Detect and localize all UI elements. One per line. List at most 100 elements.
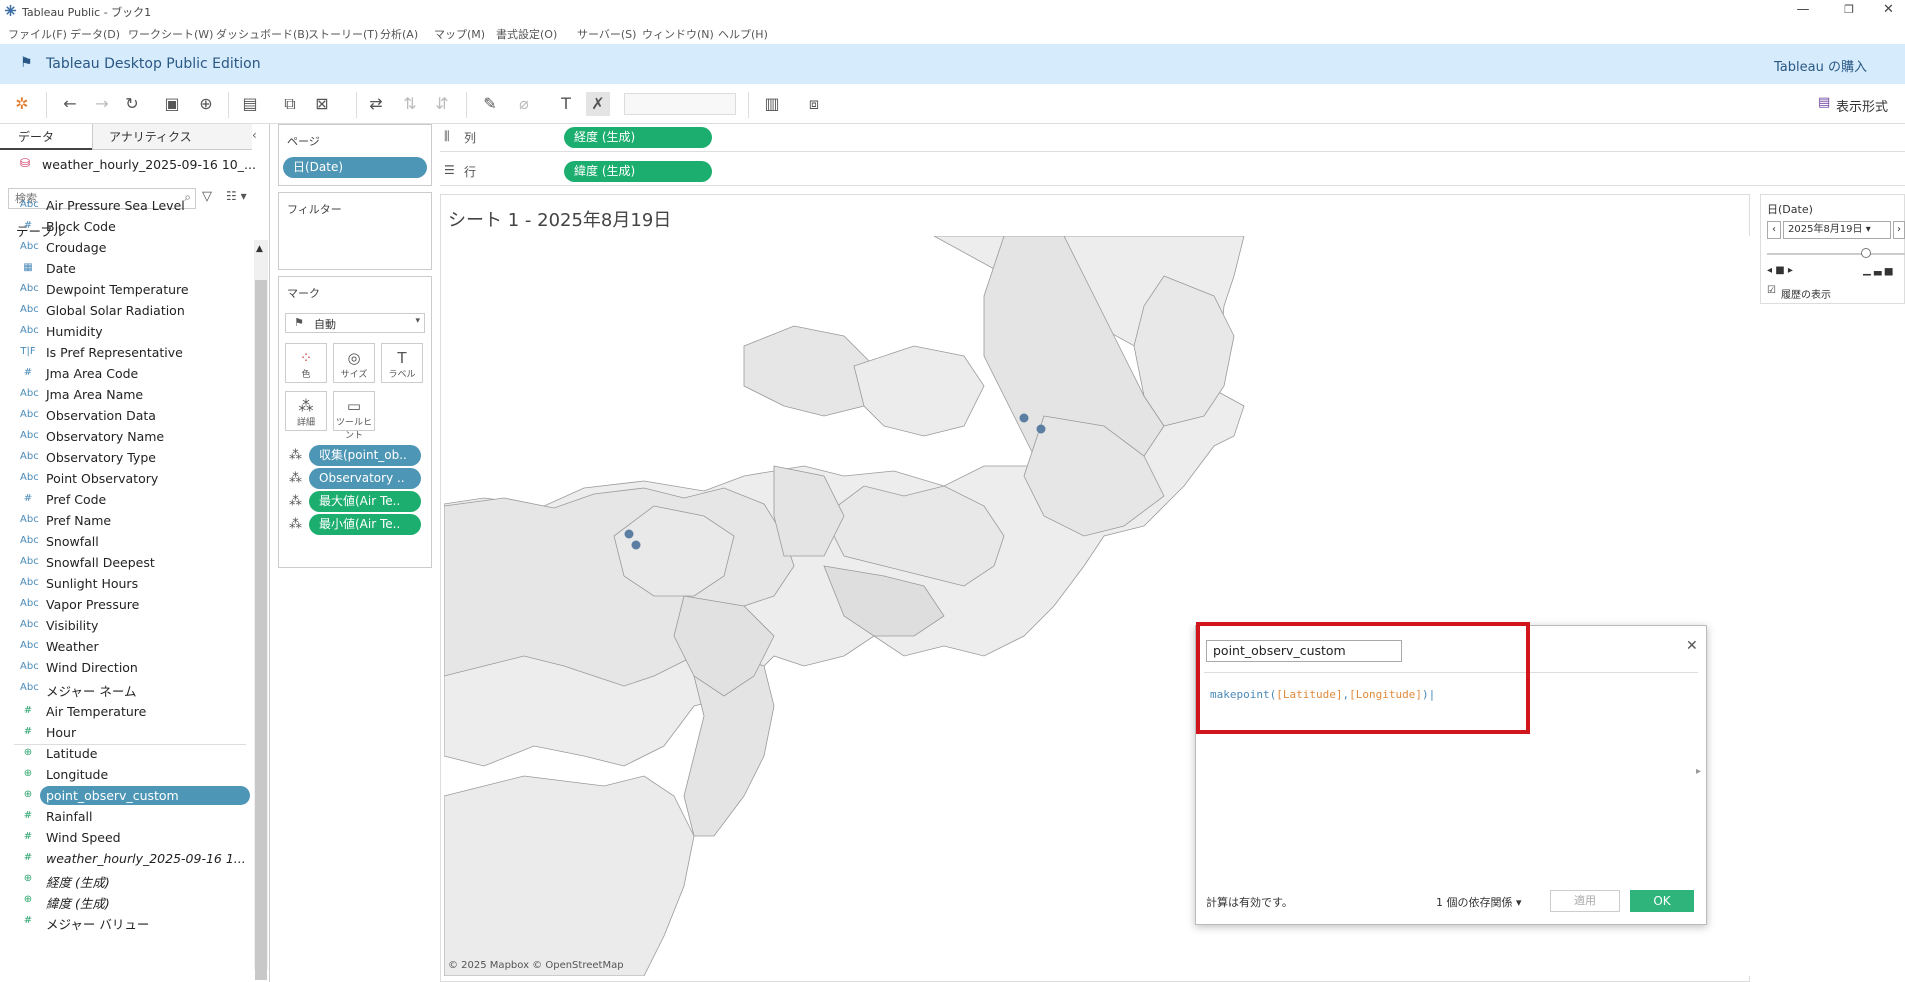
ok-button[interactable]: OK — [1630, 890, 1694, 912]
tab-analytics[interactable]: アナリティクス — [92, 124, 252, 150]
show-me-icon[interactable]: ▤ — [1818, 95, 1830, 110]
menu-window[interactable]: ウィンドウ(N) — [642, 26, 714, 42]
field-item[interactable]: ⊕ Latitude — [0, 744, 252, 765]
columns-pill[interactable]: 経度 (生成) — [564, 127, 712, 148]
pages-pill[interactable]: 日(Date) — [283, 157, 427, 178]
menu-story[interactable]: ストーリー(T) — [308, 26, 378, 42]
field-item[interactable]: Abc Dewpoint Temperature — [0, 280, 252, 301]
field-item[interactable]: # メジャー バリュー — [0, 912, 252, 933]
field-item[interactable]: ⊕ 経度 (生成) — [0, 870, 252, 891]
field-item[interactable]: ⊕ point_observ_custom — [0, 786, 252, 807]
size-button[interactable]: ◎ サイズ — [333, 343, 375, 383]
sort-descending-icon[interactable]: ⇵ — [430, 92, 454, 116]
field-item[interactable]: Abc メジャー ネーム — [0, 679, 252, 700]
field-item[interactable]: Abc Pref Name — [0, 511, 252, 532]
menu-analysis[interactable]: 分析(A) — [380, 26, 418, 42]
playback-controls[interactable]: ◂ ■ ▸ — [1767, 265, 1793, 276]
field-item[interactable]: ⊕ 緯度 (生成) — [0, 891, 252, 912]
mark-pill[interactable]: 収集(point_ob.. — [309, 445, 421, 466]
buy-tableau-link[interactable]: Tableau の購入 — [1774, 56, 1867, 75]
scroll-up-icon[interactable]: ▲ — [256, 244, 263, 254]
columns-shelf[interactable]: ⫼ 列 経度 (生成) — [440, 124, 1905, 152]
field-item[interactable]: # Hour — [0, 723, 252, 744]
fix-axes-icon[interactable]: ✗ — [586, 92, 610, 116]
undo-icon[interactable]: ← — [58, 92, 82, 116]
field-item[interactable]: Abc Jma Area Name — [0, 385, 252, 406]
highlight-icon[interactable]: ✎ — [478, 92, 502, 116]
clear-sheet-icon[interactable]: ⊠ — [310, 92, 334, 116]
dependencies-dropdown[interactable]: 1 個の依存関係 ▾ — [1436, 894, 1522, 910]
field-item[interactable]: # Block Code — [0, 217, 252, 238]
rows-shelf[interactable]: ☰ 行 緯度 (生成) — [440, 158, 1905, 186]
field-item[interactable]: ▦ Date — [0, 259, 252, 280]
next-page-button[interactable]: › — [1893, 221, 1905, 239]
restore-button[interactable]: ❐ — [1826, 0, 1872, 22]
field-item[interactable]: Abc Croudage — [0, 238, 252, 259]
field-item[interactable]: # Jma Area Code — [0, 364, 252, 385]
menu-worksheet[interactable]: ワークシート(W) — [128, 26, 213, 42]
swap-icon[interactable]: ⇄ — [364, 92, 388, 116]
page-select[interactable]: 2025年8月19日 ▾ — [1783, 221, 1891, 239]
field-item[interactable]: Abc Weather — [0, 637, 252, 658]
field-item[interactable]: Abc Point Observatory — [0, 469, 252, 490]
field-item[interactable]: Abc Observatory Name — [0, 427, 252, 448]
menu-file[interactable]: ファイル(F) — [8, 26, 67, 42]
collapse-pane-icon[interactable]: ‹ — [252, 128, 257, 142]
label-button[interactable]: T ラベル — [381, 343, 423, 383]
show-me-button[interactable]: 表示形式 — [1836, 96, 1888, 115]
mark-pill[interactable]: 最大値(Air Te.. — [309, 491, 421, 512]
field-item[interactable]: Abc Snowfall — [0, 532, 252, 553]
field-item[interactable]: Abc Humidity — [0, 322, 252, 343]
redo-icon[interactable]: → — [90, 92, 114, 116]
tableau-home-icon[interactable]: ✲ — [10, 92, 34, 116]
close-window-button[interactable]: ✕ — [1872, 0, 1905, 22]
speed-controls[interactable]: ▁ ▃ ▅ — [1863, 265, 1892, 276]
save-icon[interactable]: ▣ — [160, 92, 184, 116]
tooltip-button[interactable]: ▭ ツールヒント — [333, 391, 375, 441]
field-item[interactable]: Abc Visibility — [0, 616, 252, 637]
expand-arrow-icon[interactable]: ▸ — [1696, 766, 1701, 777]
menu-help[interactable]: ヘルプ(H) — [718, 26, 768, 42]
field-item[interactable]: # weather_hourly_2025-09-16 1... — [0, 849, 252, 870]
page-slider-thumb[interactable] — [1861, 248, 1871, 258]
field-item[interactable]: ⊕ Longitude — [0, 765, 252, 786]
rows-pill[interactable]: 緯度 (生成) — [564, 161, 712, 182]
detail-button[interactable]: ⁂ 詳細 — [285, 391, 327, 431]
menu-dashboard[interactable]: ダッシュボード(B) — [216, 26, 309, 42]
field-item[interactable]: Abc Global Solar Radiation — [0, 301, 252, 322]
field-item[interactable]: Abc Air Pressure Sea Level — [0, 196, 252, 217]
page-slider[interactable] — [1767, 253, 1905, 255]
mark-pill[interactable]: Observatory .. — [309, 468, 421, 489]
field-item[interactable]: Abc Vapor Pressure — [0, 595, 252, 616]
apply-button[interactable]: 適用 — [1550, 890, 1620, 912]
close-icon[interactable]: ✕ — [1686, 638, 1698, 654]
mark-pill[interactable]: 最小値(Air Te.. — [309, 514, 421, 535]
menu-server[interactable]: サーバー(S) — [577, 26, 636, 42]
duplicate-sheet-icon[interactable]: ⧉ — [278, 92, 302, 116]
field-item[interactable]: Abc Observatory Type — [0, 448, 252, 469]
prev-page-button[interactable]: ‹ — [1767, 221, 1781, 239]
menu-format[interactable]: 書式設定(O) — [496, 26, 557, 42]
label-icon[interactable]: T — [554, 92, 578, 116]
new-datasource-icon[interactable]: ⊕ — [194, 92, 218, 116]
presentation-icon[interactable]: ⧈ — [802, 92, 826, 116]
new-worksheet-icon[interactable]: ▤ — [238, 92, 262, 116]
group-icon[interactable]: ⌀ — [512, 92, 536, 116]
show-cards-icon[interactable]: ▥ — [760, 92, 784, 116]
field-item[interactable]: # Wind Speed — [0, 828, 252, 849]
field-item[interactable]: Abc Snowfall Deepest — [0, 553, 252, 574]
field-item[interactable]: # Pref Code — [0, 490, 252, 511]
sort-ascending-icon[interactable]: ⇅ — [398, 92, 422, 116]
scrollbar-thumb[interactable] — [255, 280, 267, 980]
field-item[interactable]: # Air Temperature — [0, 702, 252, 723]
menu-map[interactable]: マップ(M) — [434, 26, 485, 42]
color-button[interactable]: ⁘ 色 — [285, 343, 327, 383]
mark-type-dropdown[interactable]: ⚑ 自動 ▾ — [285, 313, 425, 333]
minimize-button[interactable]: — — [1780, 0, 1826, 22]
tab-data[interactable]: データ — [0, 124, 92, 150]
replay-icon[interactable]: ↻ — [120, 92, 144, 116]
field-item[interactable]: Abc Sunlight Hours — [0, 574, 252, 595]
fit-dropdown[interactable] — [624, 93, 736, 115]
field-item[interactable]: # Rainfall — [0, 807, 252, 828]
field-item[interactable]: T|F Is Pref Representative — [0, 343, 252, 364]
